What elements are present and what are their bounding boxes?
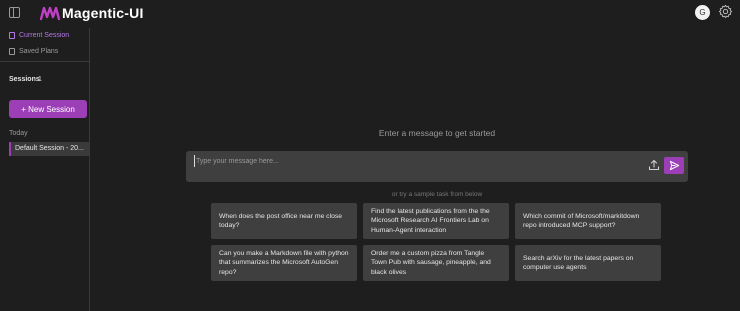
message-input[interactable] xyxy=(194,155,636,167)
user-avatar[interactable]: G xyxy=(695,5,710,20)
nav-current-session[interactable]: Current Session xyxy=(9,32,69,39)
sample-task-card[interactable]: When does the post office near me close … xyxy=(211,203,357,239)
chat-icon xyxy=(9,32,15,39)
session-item[interactable]: Default Session - 20... xyxy=(9,142,90,156)
sidebar-toggle-icon[interactable] xyxy=(9,7,20,18)
empty-state-prompt: Enter a message to get started xyxy=(378,128,496,138)
send-icon xyxy=(669,160,679,171)
app-title: Magentic-UI xyxy=(62,5,144,21)
settings-gear-icon[interactable] xyxy=(718,4,733,19)
top-bar: Magentic-UI G xyxy=(0,0,740,28)
new-session-button[interactable]: + New Session xyxy=(9,100,87,118)
sessions-heading: Sessions xyxy=(9,76,40,83)
sample-tasks-hint: or try a sample task from below xyxy=(391,191,483,198)
sample-task-card[interactable]: Can you make a Markdown file with python… xyxy=(211,245,357,281)
sidebar: Current Session Saved Plans Sessions 1 +… xyxy=(0,28,90,311)
sessions-count: 1 xyxy=(38,76,42,83)
nav-saved-plans[interactable]: Saved Plans xyxy=(9,48,58,55)
sample-task-card[interactable]: Find the latest publications from the th… xyxy=(363,203,509,239)
magentic-logo-icon xyxy=(40,6,60,21)
nav-saved-plans-label: Saved Plans xyxy=(19,48,59,55)
sample-task-card[interactable]: Order me a custom pizza from Tangle Town… xyxy=(363,245,509,281)
message-composer xyxy=(186,151,688,182)
sidebar-divider xyxy=(0,61,90,62)
upload-icon[interactable] xyxy=(648,159,660,171)
nav-current-session-label: Current Session xyxy=(19,32,70,39)
sample-task-card[interactable]: Search arXiv for the latest papers on co… xyxy=(515,245,661,281)
sample-task-card[interactable]: Which commit of Microsoft/markitdown rep… xyxy=(515,203,661,239)
send-button[interactable] xyxy=(664,157,684,174)
session-group-label: Today xyxy=(9,130,28,137)
document-icon xyxy=(9,48,15,55)
